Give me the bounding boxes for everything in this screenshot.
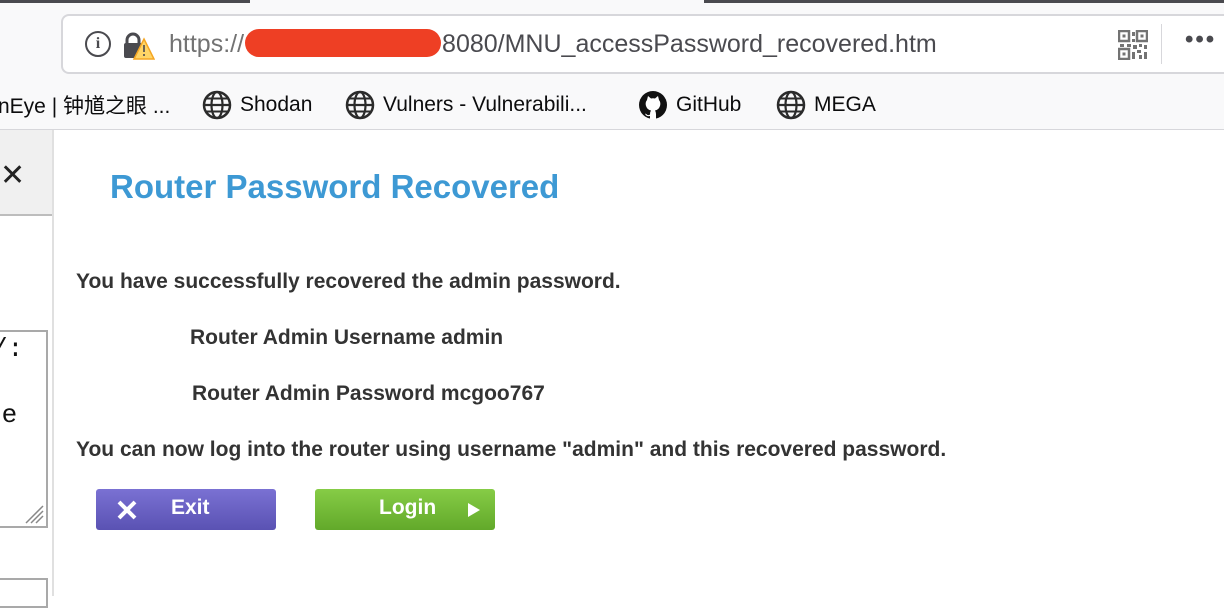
exit-button[interactable]: Exit [96, 489, 276, 530]
insecure-lock-icon[interactable] [123, 31, 155, 61]
globe-icon [345, 90, 375, 120]
side-panel-field[interactable] [0, 578, 48, 608]
tab-strip-edge [0, 0, 250, 3]
resize-grip-icon[interactable] [22, 502, 44, 524]
bookmark-label: Vulners - Vulnerabili... [383, 93, 587, 116]
side-panel-textarea[interactable]: /: re [0, 330, 48, 528]
info-icon[interactable]: i [85, 31, 111, 57]
admin-username: Router Admin Username admin [190, 326, 504, 349]
admin-password: Router Admin Password mcgoo767 [192, 382, 545, 405]
url-redaction [245, 29, 442, 57]
address-bar[interactable]: i https:// 8080/MNU_accessPassword_recove… [61, 14, 1224, 74]
bookmark-mega[interactable]: MEGA [776, 88, 876, 122]
bookmark-vulners[interactable]: Vulners - Vulnerabili... [345, 88, 587, 122]
side-panel: ✕ /: re [0, 130, 54, 608]
globe-icon [776, 90, 806, 120]
side-panel-header: ✕ [0, 130, 52, 216]
tab-strip-edge [704, 0, 1224, 3]
browser-chrome: i https:// 8080/MNU_accessPassword_recove… [0, 0, 1224, 130]
textarea-line: /: [0, 334, 24, 364]
play-arrow-icon [468, 503, 480, 517]
url-path: 8080/MNU_accessPassword_recovered.htm [442, 30, 937, 58]
qr-code-icon[interactable] [1118, 30, 1148, 60]
router-page: Router Password Recovered You have succe… [54, 130, 1224, 596]
page-actions-menu-icon[interactable]: ••• [1185, 26, 1216, 54]
bookmark-zoomeye[interactable]: nEye | 钟馗之眼 ... [0, 88, 170, 122]
page-title: Router Password Recovered [110, 168, 560, 205]
login-button-label: Login [379, 496, 437, 519]
bookmark-github[interactable]: GitHub [638, 88, 741, 122]
login-button[interactable]: Login [315, 489, 495, 530]
info-message: You can now log into the router using us… [76, 438, 947, 461]
exit-button-label: Exit [171, 496, 210, 519]
bookmark-shodan[interactable]: Shodan [202, 88, 312, 122]
bookmark-label: MEGA [814, 93, 876, 116]
globe-icon [202, 90, 232, 120]
url-scheme: https:// [169, 30, 245, 58]
success-message: You have successfully recovered the admi… [76, 270, 621, 293]
bookmark-label: nEye | 钟馗之眼 ... [0, 95, 171, 118]
url-text[interactable]: https:// 8080/MNU_accessPassword_recovere… [169, 29, 937, 59]
textarea-line: re [0, 400, 18, 430]
bookmarks-toolbar: nEye | 钟馗之眼 ... Shodan Vulners - Vulnera… [0, 88, 1224, 122]
address-bar-separator [1161, 24, 1162, 64]
close-icon [117, 500, 137, 520]
github-icon [639, 91, 667, 119]
bookmark-label: GitHub [676, 93, 742, 116]
bookmark-label: Shodan [240, 93, 313, 116]
close-icon[interactable]: ✕ [0, 158, 25, 193]
